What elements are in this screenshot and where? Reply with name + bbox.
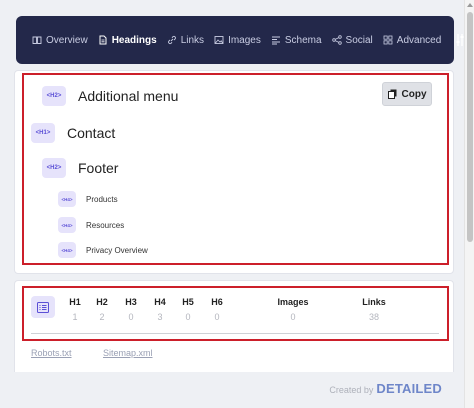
tab-advanced[interactable]: Advanced [383, 35, 441, 46]
created-by-label: Created by [329, 385, 374, 395]
stat-value: 3 [157, 312, 163, 322]
tab-overview[interactable]: Overview [32, 35, 88, 46]
heading-tag-badge: <H4> [58, 242, 76, 258]
stat-value: 0 [185, 312, 191, 322]
robots-link[interactable]: Robots.txt [31, 348, 72, 358]
stat-value: 2 [99, 312, 105, 322]
share-icon [331, 35, 342, 45]
copy-icon [387, 89, 396, 99]
stat-label: H3 [125, 297, 137, 307]
stat-links: Links 38 [354, 297, 394, 322]
stat-label: H6 [211, 297, 223, 307]
stat-h3: H3 0 [116, 297, 146, 322]
tab-headings-label: Headings [111, 34, 157, 46]
stat-h2: H2 2 [87, 297, 117, 322]
heading-text: Contact [67, 125, 116, 141]
book-icon [32, 36, 42, 44]
tab-headings[interactable]: Headings [98, 35, 157, 46]
scrollbar[interactable] [464, 0, 474, 408]
top-nav: Overview Headings Links Images Schema So… [16, 16, 468, 64]
tab-social-label: Social [345, 34, 373, 46]
stat-value: 0 [128, 312, 134, 322]
image-icon [214, 36, 224, 44]
tab-images-label: Images [228, 34, 261, 46]
heading-row: <H1> Contact [31, 123, 115, 143]
copy-button[interactable]: Copy [382, 82, 432, 106]
stat-label: H1 [69, 297, 81, 307]
heading-row: <H4> Resources [58, 217, 124, 233]
stat-value: 1 [72, 312, 78, 322]
stat-h6: H6 0 [202, 297, 232, 322]
grid-icon [383, 35, 393, 45]
stat-value: 0 [290, 312, 296, 322]
tab-overview-label: Overview [46, 34, 88, 46]
stat-label: H2 [96, 297, 108, 307]
heading-tag-badge: <H1> [31, 123, 55, 143]
list-view-icon [37, 301, 49, 313]
heading-row: <H2> Additional menu [42, 86, 178, 106]
stat-label: H5 [182, 297, 194, 307]
heading-text: Additional menu [78, 88, 179, 104]
copy-button-label: Copy [401, 88, 427, 100]
heading-row: <H2> Footer [42, 158, 118, 178]
stat-h4: H4 3 [145, 297, 175, 322]
brand-logo[interactable]: DETAILED [376, 381, 442, 396]
scroll-up-arrow-icon[interactable] [467, 3, 473, 7]
heading-row: <H4> Privacy Overview [58, 242, 148, 258]
heading-text: Privacy Overview [86, 245, 148, 255]
credit: Created by DETAILED [329, 381, 442, 396]
list-icon [271, 36, 280, 45]
extension-panel: Overview Headings Links Images Schema So… [0, 0, 468, 408]
heading-text: Resources [86, 220, 125, 230]
stats-toggle-button[interactable] [31, 296, 55, 318]
heading-text: Products [86, 194, 118, 204]
heading-tag-badge: <H4> [58, 191, 76, 207]
heading-row: <H4> Products [58, 191, 118, 207]
link-icon [167, 35, 176, 45]
stat-h1: H1 1 [60, 297, 90, 322]
heading-tag-badge: <H2> [42, 158, 66, 178]
tab-images[interactable]: Images [214, 35, 261, 46]
heading-text: Footer [78, 160, 119, 176]
document-icon [99, 35, 107, 45]
heading-tag-badge: <H4> [58, 217, 76, 233]
stat-label: Links [362, 297, 386, 307]
tab-schema[interactable]: Schema [271, 35, 322, 46]
stat-value: 0 [214, 312, 220, 322]
stats-divider [31, 333, 439, 334]
tab-advanced-label: Advanced [396, 34, 442, 46]
stat-value: 38 [368, 312, 379, 322]
stat-label: Images [277, 297, 309, 307]
stat-images: Images 0 [268, 297, 318, 322]
heading-tag-badge: <H2> [42, 86, 66, 106]
stat-h5: H5 0 [173, 297, 203, 322]
stat-label: H4 [154, 297, 166, 307]
tab-links-label: Links [180, 34, 205, 46]
scrollbar-thumb[interactable] [467, 12, 473, 242]
tab-schema-label: Schema [284, 34, 322, 46]
tab-links[interactable]: Links [167, 35, 204, 46]
tab-social[interactable]: Social [331, 34, 373, 46]
sitemap-link[interactable]: Sitemap.xml [103, 348, 153, 358]
